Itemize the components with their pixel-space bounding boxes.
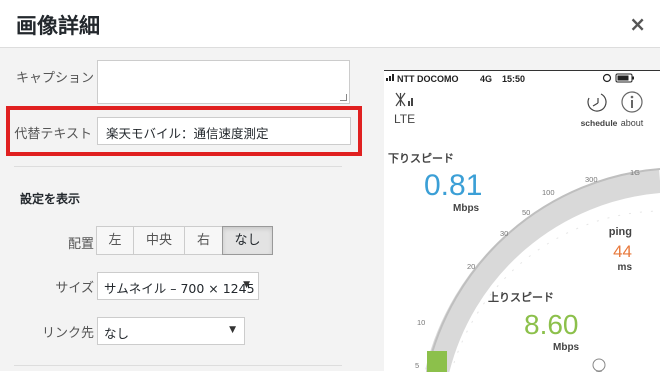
divider xyxy=(14,365,342,366)
size-label: サイズ xyxy=(55,281,94,296)
time-text: 15:50 xyxy=(502,74,525,84)
caption-label: キャプション xyxy=(15,71,94,86)
close-icon[interactable]: × xyxy=(629,12,646,36)
gauge-tick-label: 50 xyxy=(522,208,530,217)
info-icon[interactable] xyxy=(621,91,643,113)
ping-label: ping xyxy=(609,226,632,238)
upload-label: 上りスピード xyxy=(488,290,554,304)
alt-text-label: 代替テキスト xyxy=(14,127,92,142)
settings-panel: キャプション 代替テキスト 楽天モバイル：通信速度測定 設定を表示 配置 左 中… xyxy=(0,48,362,371)
schedule-text[interactable]: schedule xyxy=(581,118,618,128)
link-select[interactable]: なし ▼ xyxy=(97,317,245,345)
upload-value: 8.60 xyxy=(524,309,579,340)
orientation-lock-icon xyxy=(602,73,612,83)
resize-handle-icon[interactable] xyxy=(340,94,347,101)
download-unit: Mbps xyxy=(453,203,480,214)
divider xyxy=(14,166,342,167)
lightbulb-icon xyxy=(592,358,606,372)
battery-icon xyxy=(615,73,634,83)
gauge-tick-label: 1G xyxy=(630,168,640,177)
modal-header: 画像詳細 × xyxy=(0,0,660,48)
alt-text-input[interactable]: 楽天モバイル：通信速度測定 xyxy=(97,117,351,145)
lte-text: LTE xyxy=(394,112,415,126)
size-select[interactable]: サムネイル – 700 × 1245 ▼ xyxy=(97,272,259,300)
align-none-button[interactable]: なし xyxy=(222,226,273,255)
gauge-tick-label: 100 xyxy=(542,188,555,197)
align-left-button[interactable]: 左 xyxy=(96,226,134,255)
upload-unit: Mbps xyxy=(553,342,580,353)
download-value: 0.81 xyxy=(424,169,482,202)
ping-value: 44 xyxy=(613,242,632,261)
modal-title: 画像詳細 xyxy=(16,14,100,38)
network-text: 4G xyxy=(480,74,492,84)
dropdown-arrow-icon: ▼ xyxy=(243,280,250,290)
gauge-tick-label: 20 xyxy=(467,262,475,271)
ping-unit: ms xyxy=(618,262,633,273)
align-label: 配置 xyxy=(67,237,94,252)
gauge-tick-label: 10 xyxy=(417,318,425,327)
schedule-icon[interactable] xyxy=(587,93,607,112)
preview-image: NTT DOCOMO 4G 15:50 LTE schedule about 5… xyxy=(384,70,660,372)
signal-bars-icon xyxy=(386,74,394,81)
align-center-button[interactable]: 中央 xyxy=(133,226,185,255)
about-text[interactable]: about xyxy=(621,118,644,128)
display-settings-title: 設定を表示 xyxy=(20,192,81,206)
image-preview-panel: NTT DOCOMO 4G 15:50 LTE schedule about 5… xyxy=(362,48,660,372)
align-segmented-control: 左 中央 右 なし xyxy=(96,226,273,255)
gauge-tick-label: 5 xyxy=(415,361,419,370)
dropdown-arrow-icon: ▼ xyxy=(229,325,236,335)
link-label: リンク先 xyxy=(41,326,94,341)
align-right-button[interactable]: 右 xyxy=(184,226,223,255)
antenna-icon xyxy=(395,92,413,107)
gauge-tick-label: 300 xyxy=(585,175,598,184)
download-label: 下りスピード xyxy=(388,152,454,165)
gauge-tick-label: 30 xyxy=(500,229,508,238)
caption-textarea[interactable] xyxy=(97,60,350,104)
carrier-text: NTT DOCOMO xyxy=(397,74,459,84)
